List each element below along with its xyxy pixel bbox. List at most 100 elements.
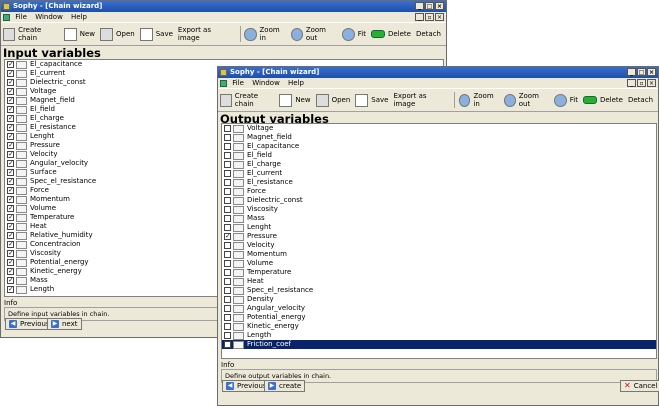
mdi-restore-button[interactable]: ▫ <box>425 13 434 21</box>
list-item[interactable]: Force <box>222 187 656 196</box>
list-item[interactable]: Magnet_field <box>222 133 656 142</box>
front-title-bar[interactable]: Sophy - [Chain wizard] _ □ × <box>218 67 658 78</box>
minimize-button[interactable]: _ <box>415 2 424 10</box>
variable-checkbox[interactable]: ✓ <box>7 97 14 104</box>
menu-window[interactable]: Window <box>35 13 63 21</box>
list-item[interactable]: Dielectric_const <box>222 196 656 205</box>
variable-checkbox[interactable]: ✓ <box>7 160 14 167</box>
variable-checkbox[interactable] <box>224 305 231 312</box>
list-item[interactable]: Angular_velocity <box>222 304 656 313</box>
variable-checkbox[interactable] <box>224 296 231 303</box>
menu-file[interactable]: File <box>15 13 27 21</box>
variable-checkbox[interactable]: ✓ <box>7 79 14 86</box>
variable-checkbox[interactable]: ✓ <box>7 61 14 68</box>
variable-checkbox[interactable] <box>224 134 231 141</box>
variable-checkbox[interactable] <box>224 314 231 321</box>
variable-checkbox[interactable] <box>224 224 231 231</box>
close-button[interactable]: × <box>435 2 444 10</box>
save-button[interactable]: Save <box>355 91 388 109</box>
list-item[interactable]: Spec_el_resistance <box>222 286 656 295</box>
list-item[interactable]: Length <box>222 331 656 340</box>
variable-checkbox[interactable] <box>224 323 231 330</box>
variable-checkbox[interactable]: ✓ <box>7 205 14 212</box>
variable-checkbox[interactable] <box>224 170 231 177</box>
list-item[interactable]: Temperature <box>222 268 656 277</box>
variable-checkbox[interactable]: ✓ <box>7 241 14 248</box>
back-title-bar[interactable]: Sophy - [Chain wizard] _ □ × <box>1 1 446 12</box>
list-item[interactable]: Lenght <box>222 223 656 232</box>
variable-checkbox[interactable] <box>224 278 231 285</box>
variable-checkbox[interactable] <box>224 260 231 267</box>
variable-checkbox[interactable]: ✓ <box>7 142 14 149</box>
cancel-button[interactable]: ✕ Cancel <box>620 380 659 392</box>
variable-checkbox[interactable]: ✓ <box>7 268 14 275</box>
variable-checkbox[interactable] <box>224 179 231 186</box>
variable-checkbox[interactable]: ✓ <box>7 133 14 140</box>
list-item[interactable]: Heat <box>222 277 656 286</box>
list-item[interactable]: Volume <box>222 259 656 268</box>
list-item[interactable]: El_resistance <box>222 178 656 187</box>
variable-checkbox[interactable]: ✓ <box>7 277 14 284</box>
list-item[interactable]: ✓ Pressure <box>222 232 656 241</box>
list-item[interactable]: El_capacitance <box>222 142 656 151</box>
mdi-close-button[interactable]: × <box>647 79 656 87</box>
export-image-button[interactable]: Export as image <box>178 25 231 43</box>
variable-checkbox[interactable]: ✓ <box>7 151 14 158</box>
zoom-out-button[interactable]: Zoom out <box>290 25 337 43</box>
variable-checkbox[interactable] <box>224 188 231 195</box>
list-item[interactable]: Density <box>222 295 656 304</box>
mdi-close-button[interactable]: × <box>435 13 444 21</box>
list-item[interactable]: El_current <box>222 169 656 178</box>
variable-checkbox[interactable] <box>224 143 231 150</box>
fit-button[interactable]: Fit <box>553 91 578 109</box>
variable-checkbox[interactable]: ✓ <box>7 196 14 203</box>
variable-checkbox[interactable]: ✓ <box>7 115 14 122</box>
menu-help[interactable]: Help <box>288 79 304 87</box>
variable-checkbox[interactable] <box>224 242 231 249</box>
variable-checkbox[interactable] <box>224 161 231 168</box>
variable-checkbox[interactable]: ✓ <box>7 178 14 185</box>
create-chain-button[interactable]: Create chain <box>3 25 59 43</box>
variable-checkbox[interactable]: ✓ <box>7 259 14 266</box>
list-item[interactable]: Kinetic_energy <box>222 322 656 331</box>
close-button[interactable]: × <box>647 68 656 76</box>
maximize-button[interactable]: □ <box>425 2 434 10</box>
detach-button[interactable]: Detach <box>628 91 653 109</box>
variable-checkbox[interactable]: ✓ <box>7 187 14 194</box>
mdi-minimize-button[interactable]: _ <box>415 13 424 21</box>
variable-checkbox[interactable]: ✓ <box>7 223 14 230</box>
list-item[interactable]: Voltage <box>222 124 656 133</box>
list-item[interactable]: El_field <box>222 151 656 160</box>
list-item[interactable]: El_charge <box>222 160 656 169</box>
variable-checkbox[interactable]: ✓ <box>7 169 14 176</box>
list-item[interactable]: Potential_energy <box>222 313 656 322</box>
variable-checkbox[interactable]: ✓ <box>7 232 14 239</box>
zoom-out-button[interactable]: Zoom out <box>503 91 549 109</box>
detach-button[interactable]: Detach <box>416 25 441 43</box>
variable-checkbox[interactable] <box>224 125 231 132</box>
open-button[interactable]: Open <box>100 25 135 43</box>
zoom-in-button[interactable]: Zoom in <box>244 25 285 43</box>
export-image-button[interactable]: Export as image <box>393 91 444 109</box>
create-chain-button[interactable]: Create chain <box>220 91 274 109</box>
variable-checkbox[interactable]: ✓ <box>224 233 231 240</box>
output-variables-list[interactable]: Voltage Magnet_field El_capacitance El_fiel… <box>221 123 657 359</box>
menu-window[interactable]: Window <box>252 79 280 87</box>
delete-button[interactable]: Delete <box>582 91 623 109</box>
mdi-minimize-button[interactable]: _ <box>627 79 636 87</box>
variable-checkbox[interactable] <box>224 206 231 213</box>
open-button[interactable]: Open <box>315 91 350 109</box>
variable-checkbox[interactable] <box>224 269 231 276</box>
variable-checkbox[interactable]: ✓ <box>7 70 14 77</box>
zoom-in-button[interactable]: Zoom in <box>458 91 499 109</box>
maximize-button[interactable]: □ <box>637 68 646 76</box>
menu-help[interactable]: Help <box>71 13 87 21</box>
variable-checkbox[interactable] <box>224 332 231 339</box>
variable-checkbox[interactable]: ✓ <box>7 250 14 257</box>
variable-checkbox[interactable]: ✓ <box>7 106 14 113</box>
list-item[interactable]: Mass <box>222 214 656 223</box>
new-button[interactable]: New <box>279 91 311 109</box>
list-item[interactable]: Viscosity <box>222 205 656 214</box>
save-button[interactable]: Save <box>139 25 173 43</box>
variable-checkbox[interactable] <box>224 152 231 159</box>
